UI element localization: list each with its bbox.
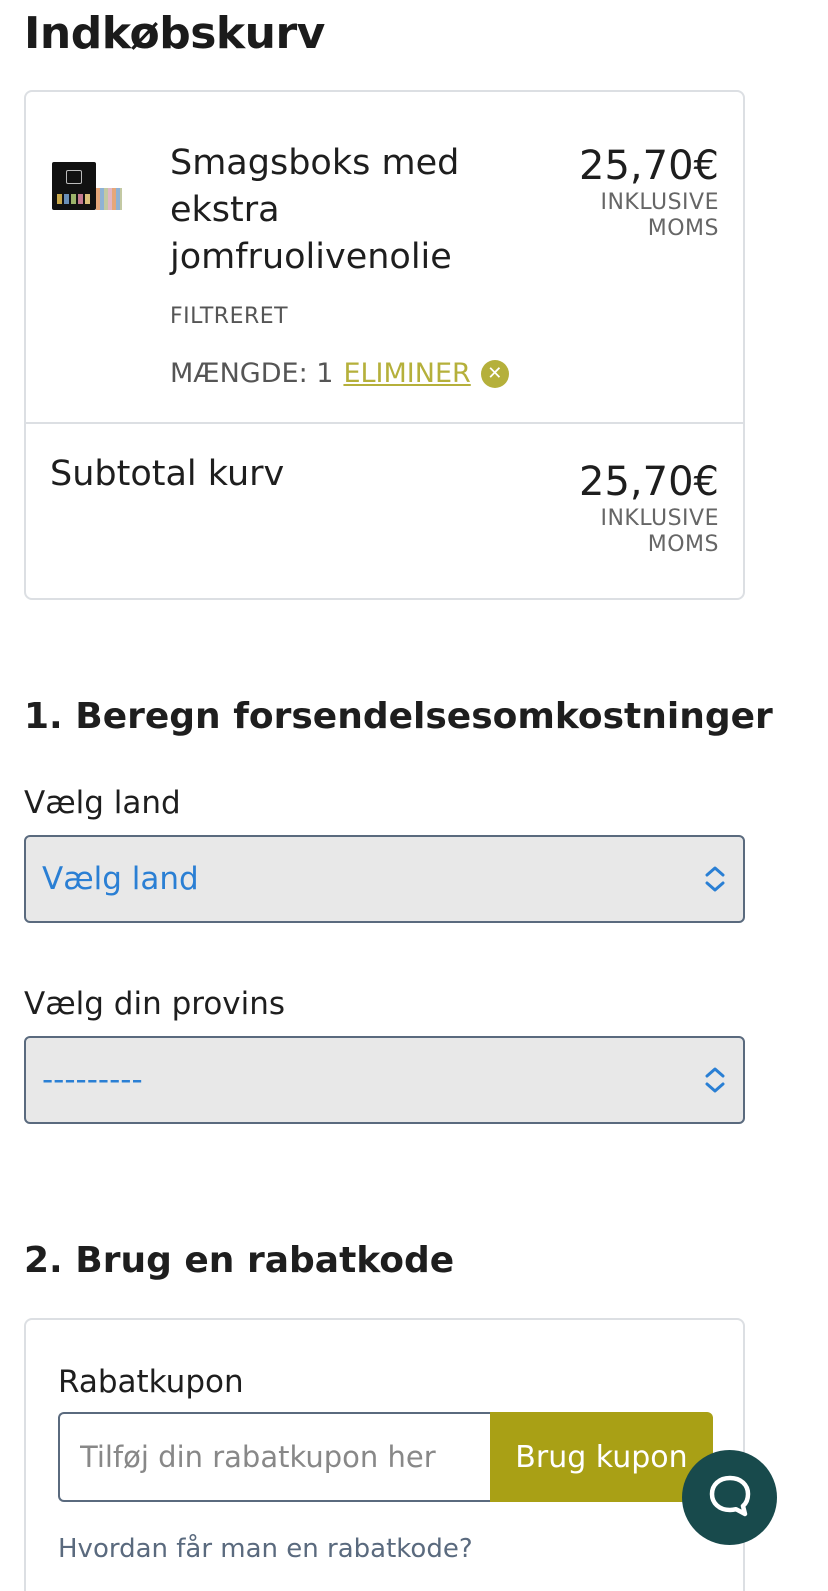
coupon-box: Rabatkupon Brug kupon Hvordan får man en…: [24, 1318, 745, 1591]
province-label: Vælg din provins: [24, 986, 286, 1022]
quantity-row: MÆNGDE: 1 ELIMINER ✕: [170, 358, 509, 389]
chevron-updown-icon: [703, 1063, 727, 1097]
subtotal-label: Subtotal kurv: [50, 454, 285, 494]
product-thumbnail[interactable]: [50, 162, 124, 212]
remove-item-link[interactable]: ELIMINER ✕: [343, 358, 509, 389]
subtotal-price: 25,70€: [579, 459, 719, 505]
subtotal-price-note: INKLUSIVE MOMS: [600, 506, 719, 557]
province-select[interactable]: ---------: [24, 1036, 745, 1124]
subtotal-price-block: 25,70€ INKLUSIVE MOMS: [579, 458, 719, 558]
country-select-value: Vælg land: [42, 861, 199, 897]
product-variant: FILTRERET: [170, 304, 289, 329]
cart-summary: Smagsboks med ekstra jomfruolivenolie FI…: [24, 90, 745, 600]
quantity-label: MÆNGDE: 1: [170, 358, 334, 389]
item-price-block: 25,70€ INKLUSIVE MOMS: [579, 142, 719, 242]
item-price-note: INKLUSIVE MOMS: [600, 190, 719, 241]
product-name[interactable]: Smagsboks med ekstra jomfruolivenolie: [170, 140, 500, 281]
close-circle-icon[interactable]: ✕: [480, 359, 509, 388]
item-price: 25,70€: [579, 143, 719, 189]
province-select-value: ---------: [42, 1062, 143, 1098]
country-label: Vælg land: [24, 785, 181, 821]
remove-label: ELIMINER: [343, 358, 471, 389]
chat-bubble-icon: [707, 1473, 753, 1523]
coupon-input[interactable]: [58, 1412, 490, 1502]
cart-item: Smagsboks med ekstra jomfruolivenolie FI…: [26, 92, 743, 424]
chevron-updown-icon: [703, 862, 727, 896]
page-title: Indkøbskurv: [24, 8, 325, 59]
chat-button[interactable]: [682, 1450, 777, 1545]
country-select[interactable]: Vælg land: [24, 835, 745, 923]
coupon-label: Rabatkupon: [58, 1364, 244, 1400]
apply-coupon-button[interactable]: Brug kupon: [490, 1412, 713, 1502]
shipping-section-title: 1. Beregn forsendelsesomkostninger: [24, 696, 773, 737]
coupon-help-link[interactable]: Hvordan får man en rabatkode?: [58, 1534, 473, 1564]
discount-section-title: 2. Brug en rabatkode: [24, 1240, 455, 1281]
